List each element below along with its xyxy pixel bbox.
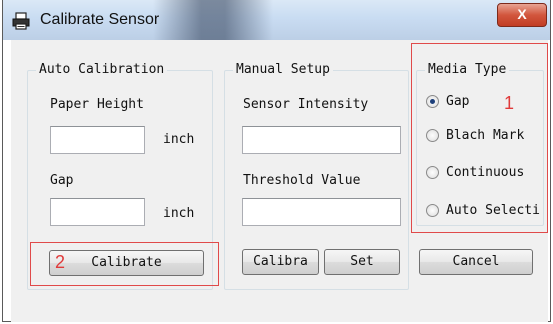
threshold-value-input[interactable]: [242, 198, 401, 226]
gap-label: Gap: [50, 173, 74, 188]
annotation-number-2: 2: [55, 252, 66, 272]
set-button-label: Set: [350, 254, 374, 269]
window-title: Calibrate Sensor: [40, 11, 160, 28]
gap-input[interactable]: [50, 198, 145, 226]
annotation-number-1: 1: [504, 93, 515, 113]
printer-icon: [12, 12, 30, 30]
gap-unit: inch: [163, 206, 195, 221]
calibrate-sensor-window: Calibrate Sensor X Auto Calibration Pape…: [2, 0, 551, 322]
cancel-button-label: Cancel: [452, 254, 500, 269]
manual-setup-group-label: Manual Setup: [233, 62, 333, 77]
sensor-intensity-label: Sensor Intensity: [243, 97, 369, 112]
manual-calibrate-button[interactable]: Calibra: [242, 249, 319, 275]
close-icon: X: [517, 6, 527, 22]
threshold-value-label: Threshold Value: [243, 173, 361, 188]
sensor-intensity-input[interactable]: [242, 126, 401, 154]
annotation-box-media-type: [411, 43, 548, 233]
paper-height-label: Paper Height: [50, 97, 144, 112]
dialog-client-area: Auto Calibration Paper Height inch Gap i…: [11, 40, 548, 322]
manual-calibrate-button-label: Calibra: [253, 254, 308, 269]
auto-calibration-group-label: Auto Calibration: [36, 62, 168, 77]
cancel-button[interactable]: Cancel: [419, 249, 533, 275]
paper-height-unit: inch: [163, 132, 195, 147]
title-bar[interactable]: Calibrate Sensor X: [3, 0, 550, 40]
title-bar-shading: [153, 0, 273, 40]
paper-height-input[interactable]: [50, 126, 145, 154]
set-button[interactable]: Set: [324, 249, 400, 275]
close-button[interactable]: X: [497, 3, 547, 27]
